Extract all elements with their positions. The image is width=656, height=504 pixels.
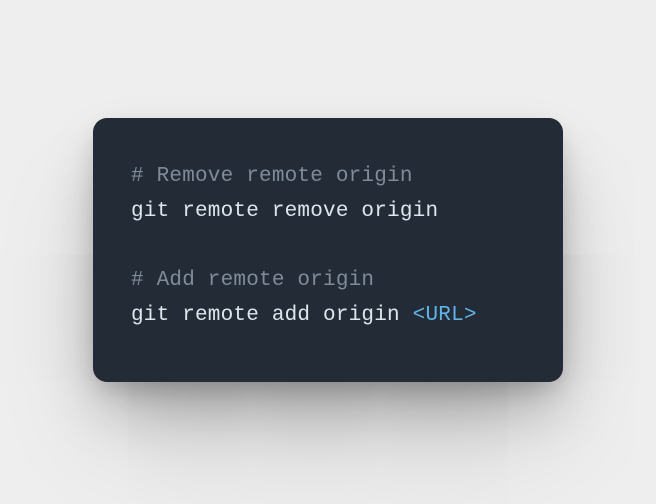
code-comment: # Add remote origin [131,269,374,292]
code-block: # Remove remote origin git remote remove… [131,160,525,333]
placeholder-open: < [413,304,426,327]
code-comment: # Remove remote origin [131,165,413,188]
placeholder-token: URL [425,304,463,327]
placeholder-close: > [464,304,477,327]
code-snippet-card: # Remove remote origin git remote remove… [93,118,563,381]
code-command: git remote remove origin [131,200,438,223]
code-command: git remote add origin [131,304,413,327]
